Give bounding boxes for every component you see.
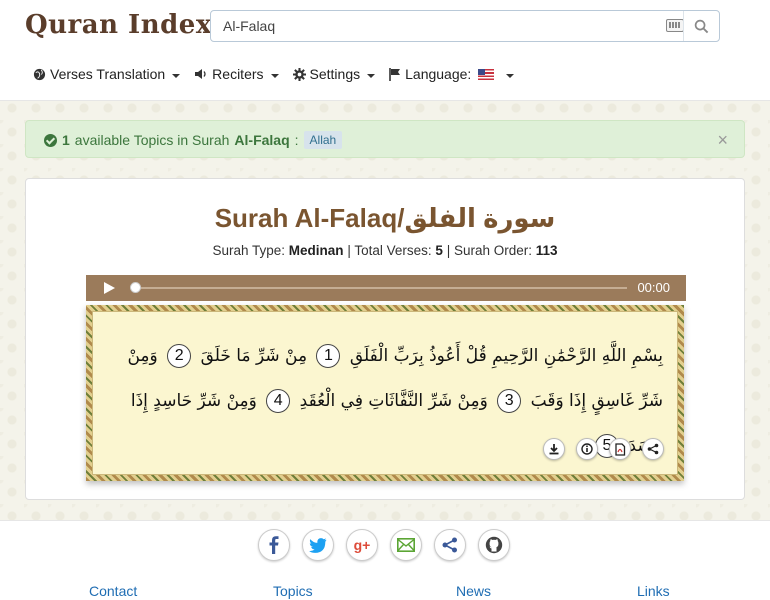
footer-link-links[interactable]: Links — [637, 583, 670, 599]
us-flag-icon — [478, 68, 495, 80]
close-icon[interactable]: × — [717, 130, 728, 151]
total-verses-label: | Total Verses: — [347, 243, 432, 258]
footer-link-topics[interactable]: Topics — [273, 583, 313, 599]
topics-text: available Topics in Surah — [74, 132, 230, 148]
verse-text[interactable]: وَمِنْ شَرِّ النَّفَّاثَاتِ فِي الْعُقَد… — [300, 391, 488, 411]
total-verses-value: 5 — [435, 243, 443, 258]
verses-box: بِسْمِ اللَّهِ الرَّحْمَٰنِ الرَّحِيمِ ق… — [92, 311, 678, 475]
chevron-down-icon — [270, 74, 279, 78]
surah-title: Surah Al-Falaq/سورة الفلق — [214, 203, 556, 233]
verse-number[interactable]: 1 — [316, 343, 341, 368]
logo-text: Quran Index — [25, 10, 212, 40]
nav-settings[interactable]: Settings — [292, 66, 376, 82]
topics-alert: 1 available Topics in Surah Al-Falaq : A… — [25, 120, 745, 158]
surah-order-label: | Surah Order: — [446, 243, 532, 258]
twitter-icon[interactable] — [302, 529, 334, 561]
bismillah: بِسْمِ اللَّهِ الرَّحْمَٰنِ الرَّحِيمِ — [492, 346, 663, 366]
verse-number[interactable]: 4 — [266, 388, 291, 413]
nav-reciters-label: Reciters — [212, 66, 264, 82]
topic-tag[interactable]: Allah — [303, 131, 343, 149]
email-icon[interactable] — [390, 529, 422, 561]
keyboard-icon[interactable] — [666, 19, 684, 32]
search-box — [210, 10, 720, 42]
search-button[interactable] — [683, 11, 719, 41]
surah-type-label: Surah Type: — [212, 243, 286, 258]
share-icon[interactable] — [642, 438, 664, 460]
seek-handle[interactable] — [130, 282, 141, 293]
footer-link-news[interactable]: News — [456, 583, 491, 599]
gear-icon — [292, 67, 306, 81]
verse-text[interactable]: قُلْ أَعُوذُ بِرَبِّ الْفَلَقِ — [350, 346, 487, 366]
social-links: g+ — [258, 529, 510, 561]
share-icon[interactable] — [434, 529, 466, 561]
github-icon[interactable] — [478, 529, 510, 561]
chevron-down-icon — [172, 74, 181, 78]
alert-separator: : — [294, 132, 299, 148]
player-time: 00:00 — [637, 280, 670, 295]
main-nav: Verses Translation Reciters Settings Lan… — [33, 66, 515, 82]
surah-panel: Surah Al-Falaq/سورة الفلق Surah Type: Me… — [25, 178, 745, 500]
facebook-icon[interactable] — [258, 529, 290, 561]
footer-link-contact[interactable]: Contact — [89, 583, 137, 599]
alert-surah-name: Al-Falaq — [234, 132, 290, 148]
nav-verses-translation-label: Verses Translation — [50, 66, 166, 82]
seek-track[interactable] — [132, 287, 627, 289]
nav-language-label: Language: — [405, 66, 472, 82]
verses-frame: بِسْمِ اللَّهِ الرَّحْمَٰنِ الرَّحِيمِ ق… — [86, 305, 684, 481]
play-icon[interactable] — [104, 282, 115, 294]
header: Quran Index Verses Translation — [0, 0, 770, 101]
search-icon — [694, 19, 709, 33]
verse-tools — [543, 438, 664, 460]
audio-player: 00:00 — [86, 275, 686, 301]
nav-language[interactable]: Language: — [389, 66, 515, 82]
volume-icon — [195, 69, 206, 79]
search-input[interactable] — [223, 18, 643, 34]
surah-type-value: Medinan — [288, 243, 344, 258]
check-circle-icon — [44, 133, 57, 147]
globe-icon — [33, 68, 46, 80]
chevron-down-icon — [506, 74, 515, 78]
surah-meta: Surah Type: Medinan | Total Verses: 5 | … — [26, 243, 744, 258]
nav-verses-translation[interactable]: Verses Translation — [33, 66, 181, 82]
nav-settings-label: Settings — [309, 66, 361, 82]
site-logo[interactable]: Quran Index — [25, 8, 234, 42]
footer: g+ Contact Topics News Links — [0, 520, 770, 600]
google-plus-icon[interactable]: g+ — [346, 529, 378, 561]
nav-reciters[interactable]: Reciters — [194, 66, 279, 82]
download-icon[interactable] — [543, 438, 565, 460]
flag-icon — [389, 67, 401, 81]
verse-text[interactable]: مِنْ شَرِّ مَا خَلَقَ — [201, 346, 307, 366]
verse-number[interactable]: 3 — [497, 388, 522, 413]
topics-count: 1 — [62, 132, 70, 148]
info-icon[interactable] — [576, 438, 598, 460]
surah-order-value: 113 — [535, 243, 558, 258]
verse-number[interactable]: 2 — [167, 343, 192, 368]
chevron-down-icon — [367, 74, 376, 78]
pdf-icon[interactable] — [609, 438, 631, 460]
